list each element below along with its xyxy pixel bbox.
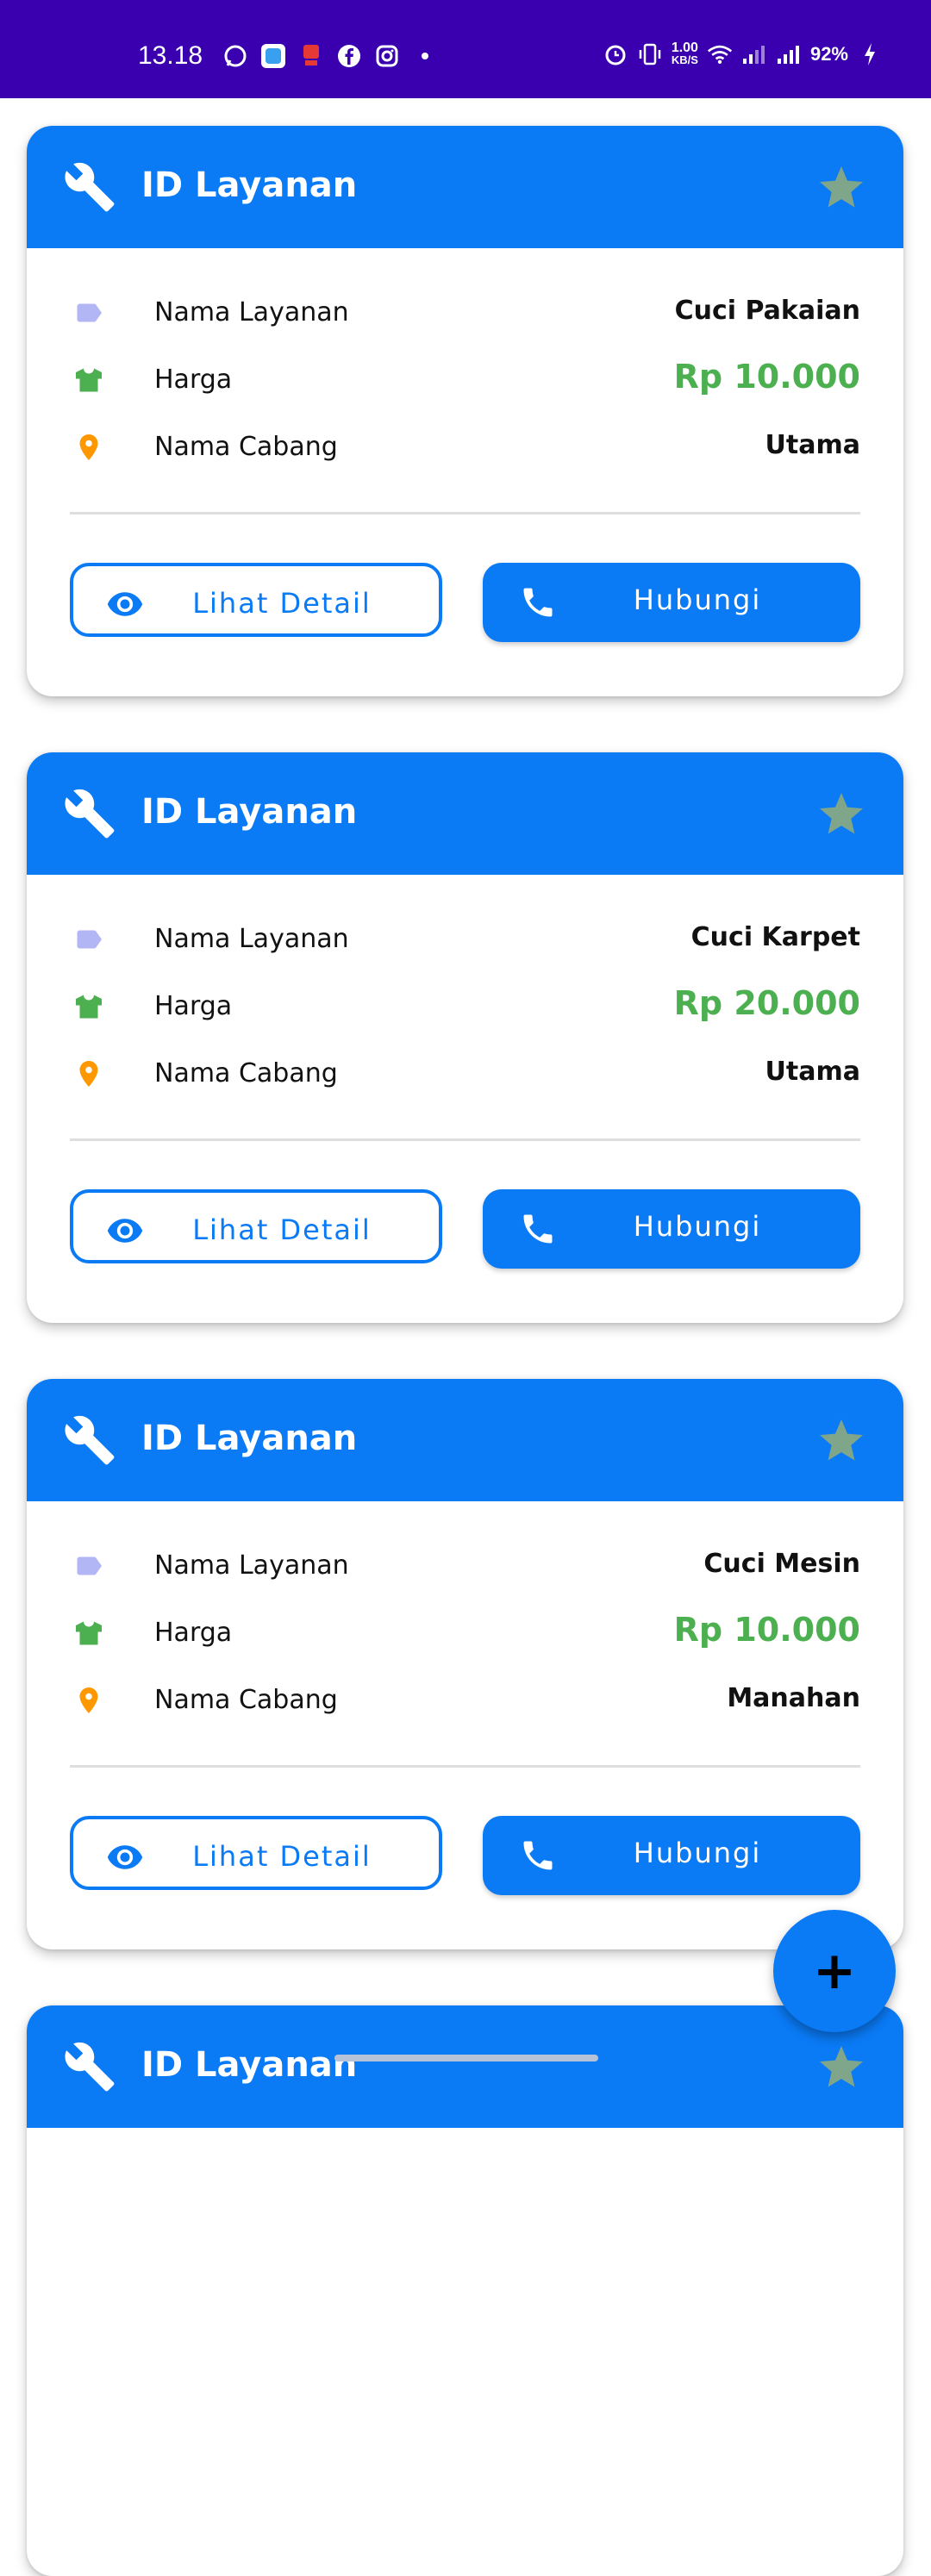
view-detail-label: Lihat Detail bbox=[192, 1840, 372, 1873]
more-notifications-dot-icon bbox=[412, 43, 438, 69]
wrench-icon bbox=[65, 2042, 115, 2092]
service-name-row: Nama Layanan Cuci Karpet bbox=[73, 917, 860, 960]
wrench-icon bbox=[65, 1415, 115, 1465]
pay-app-icon bbox=[298, 43, 324, 69]
notification-icons bbox=[222, 43, 438, 69]
view-detail-button[interactable]: Lihat Detail bbox=[70, 1189, 442, 1263]
view-detail-button[interactable]: Lihat Detail bbox=[70, 1816, 442, 1890]
row-label: Harga bbox=[154, 991, 233, 1021]
service-card: ID Layanan Nama Layanan Cuci Mesin Harga… bbox=[27, 1379, 903, 1949]
card-header: ID Layanan bbox=[27, 752, 903, 875]
service-name-row: Nama Layanan Cuci Pakaian bbox=[73, 290, 860, 334]
star-icon[interactable] bbox=[815, 162, 867, 214]
price-row: Harga Rp 10.000 bbox=[73, 1611, 860, 1654]
card-header: ID Layanan bbox=[27, 2005, 903, 2128]
row-label: Nama Cabang bbox=[154, 432, 338, 462]
price-value: Rp 10.000 bbox=[673, 358, 860, 396]
gesture-nav-handle[interactable] bbox=[334, 2055, 598, 2061]
signal-icon-sim2 bbox=[776, 41, 802, 67]
location-pin-icon bbox=[79, 1687, 98, 1713]
contact-button[interactable]: Hubungi bbox=[483, 1816, 860, 1895]
status-time: 13.18 bbox=[138, 41, 203, 70]
star-icon[interactable] bbox=[815, 2042, 867, 2093]
price-value: Rp 10.000 bbox=[673, 1611, 860, 1649]
instagram-icon bbox=[374, 43, 400, 69]
view-detail-label: Lihat Detail bbox=[192, 587, 372, 620]
service-card: ID Layanan Nama Layanan Cuci Pakaian Har… bbox=[27, 126, 903, 696]
row-label: Nama Layanan bbox=[154, 924, 349, 954]
price-row: Harga Rp 20.000 bbox=[73, 984, 860, 1027]
system-icons: 1.00 KB/S 92% bbox=[603, 41, 883, 67]
row-label: Nama Layanan bbox=[154, 297, 349, 327]
service-name-value: Cuci Pakaian bbox=[674, 296, 860, 326]
wrench-icon bbox=[65, 162, 115, 212]
row-label: Nama Cabang bbox=[154, 1685, 338, 1715]
charging-icon bbox=[857, 41, 883, 67]
service-name-row: Nama Layanan Cuci Mesin bbox=[73, 1544, 860, 1587]
view-detail-label: Lihat Detail bbox=[192, 1213, 372, 1246]
network-speed: 1.00 KB/S bbox=[671, 41, 698, 66]
view-detail-button[interactable]: Lihat Detail bbox=[70, 563, 442, 637]
branch-value: Utama bbox=[765, 430, 860, 460]
divider bbox=[70, 1138, 860, 1141]
branch-value: Manahan bbox=[727, 1683, 860, 1713]
contact-label: Hubungi bbox=[633, 1210, 762, 1243]
contact-button[interactable]: Hubungi bbox=[483, 1189, 860, 1269]
battery-percent: 92% bbox=[809, 43, 848, 65]
service-name-value: Cuci Karpet bbox=[690, 922, 860, 952]
branch-value: Utama bbox=[765, 1057, 860, 1087]
divider bbox=[70, 512, 860, 515]
contact-button[interactable]: Hubungi bbox=[483, 563, 860, 642]
row-label: Nama Layanan bbox=[154, 1550, 349, 1581]
add-fab-button[interactable]: + bbox=[773, 1910, 896, 2032]
row-label: Harga bbox=[154, 1618, 233, 1648]
card-title: ID Layanan bbox=[141, 165, 358, 205]
branch-row: Nama Cabang Manahan bbox=[73, 1678, 860, 1721]
status-bar: 13.18 1.00 KB/S 92% bbox=[0, 0, 931, 98]
card-title: ID Layanan bbox=[141, 2045, 358, 2085]
row-label: Nama Cabang bbox=[154, 1058, 338, 1088]
location-pin-icon bbox=[79, 1061, 98, 1087]
whatsapp-icon bbox=[222, 43, 248, 69]
location-pin-icon bbox=[79, 434, 98, 460]
price-value: Rp 20.000 bbox=[673, 984, 860, 1022]
alarm-icon bbox=[603, 41, 628, 67]
card-header: ID Layanan bbox=[27, 126, 903, 248]
branch-row: Nama Cabang Utama bbox=[73, 425, 860, 468]
signal-icon-sim1 bbox=[741, 41, 767, 67]
star-icon[interactable] bbox=[815, 789, 867, 840]
card-title: ID Layanan bbox=[141, 1419, 358, 1458]
row-label: Harga bbox=[154, 365, 233, 395]
wifi-icon bbox=[707, 41, 733, 67]
contact-label: Hubungi bbox=[633, 583, 762, 616]
vibrate-icon bbox=[637, 41, 663, 67]
shirt-icon bbox=[76, 1621, 102, 1645]
contact-label: Hubungi bbox=[633, 1837, 762, 1869]
shirt-icon bbox=[76, 368, 102, 392]
service-name-value: Cuci Mesin bbox=[703, 1549, 860, 1579]
price-row: Harga Rp 10.000 bbox=[73, 358, 860, 401]
service-card: ID Layanan bbox=[27, 2005, 903, 2576]
card-title: ID Layanan bbox=[141, 792, 358, 832]
shirt-icon bbox=[76, 995, 102, 1019]
app-icon bbox=[260, 43, 286, 69]
tag-icon bbox=[77, 930, 102, 949]
tag-icon bbox=[77, 1556, 102, 1575]
service-card: ID Layanan Nama Layanan Cuci Karpet Harg… bbox=[27, 752, 903, 1323]
card-header: ID Layanan bbox=[27, 1379, 903, 1501]
star-icon[interactable] bbox=[815, 1415, 867, 1467]
facebook-icon bbox=[336, 43, 362, 69]
tag-icon bbox=[77, 303, 102, 322]
wrench-icon bbox=[65, 789, 115, 839]
divider bbox=[70, 1765, 860, 1768]
branch-row: Nama Cabang Utama bbox=[73, 1051, 860, 1095]
